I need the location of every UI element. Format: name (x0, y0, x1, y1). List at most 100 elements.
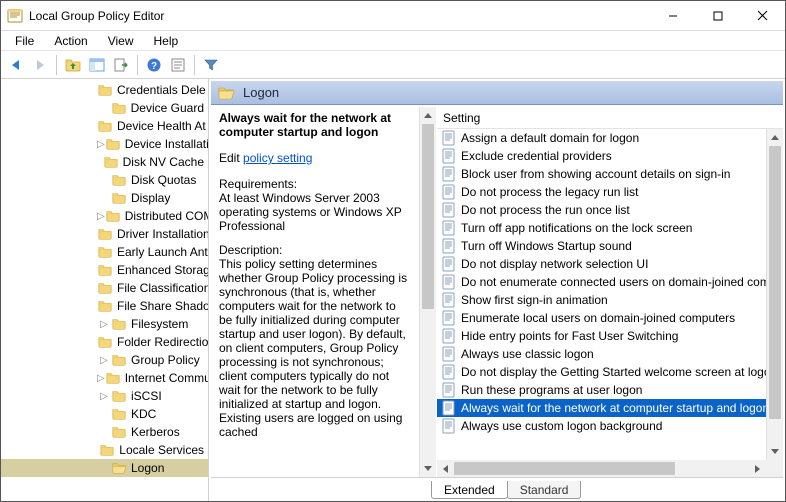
policy-icon (441, 364, 457, 380)
tree-item[interactable]: File Classification (1, 279, 208, 297)
view-tabs: Extended Standard (211, 477, 783, 499)
tree-item[interactable]: Disk Quotas (1, 171, 208, 189)
toolbar: ? (1, 51, 785, 79)
minimize-button[interactable] (650, 1, 695, 30)
filter-button[interactable] (200, 54, 222, 76)
list-vscrollbar[interactable] (766, 129, 783, 460)
tree-item-label: Internet Commun (125, 371, 208, 385)
list-item[interactable]: Turn off app notifications on the lock s… (437, 219, 766, 237)
detail-scrollbar[interactable] (419, 107, 436, 477)
tree-item-label: Group Policy (131, 353, 200, 367)
show-hide-tree-button[interactable] (86, 54, 108, 76)
list-body[interactable]: Assign a default domain for logon Exclude… (437, 129, 766, 460)
list-item[interactable]: Turn off Windows Startup sound (437, 237, 766, 255)
back-button[interactable] (5, 54, 27, 76)
list-header[interactable]: Setting (437, 107, 783, 129)
list-item[interactable]: Enumerate local users on domain-joined c… (437, 309, 766, 327)
column-setting[interactable]: Setting (443, 111, 480, 125)
help-button[interactable]: ? (143, 54, 165, 76)
tree-item[interactable]: ▷iSCSI (1, 387, 208, 405)
tree-item[interactable]: ▷Filesystem (1, 315, 208, 333)
tree-item[interactable]: Driver Installation (1, 225, 208, 243)
list-item[interactable]: Do not enumerate connected users on doma… (437, 273, 766, 291)
tree-item-label: Enhanced Storag (117, 263, 208, 277)
tree-item[interactable]: Early Launch Ant (1, 243, 208, 261)
list-hscrollbar[interactable] (437, 460, 766, 477)
expand-icon[interactable]: ▷ (97, 373, 105, 384)
folder-icon (97, 245, 113, 259)
list-item[interactable]: Always use classic logon (437, 345, 766, 363)
scroll-down-icon[interactable] (420, 460, 436, 477)
tree-item[interactable]: Enhanced Storag (1, 261, 208, 279)
properties-button[interactable] (167, 54, 189, 76)
tree-item[interactable]: Device Health At (1, 117, 208, 135)
app-icon (7, 8, 23, 24)
tree-item[interactable]: KDC (1, 405, 208, 423)
scroll-right-icon[interactable] (749, 460, 766, 477)
tree-item[interactable]: ▷Distributed COM (1, 207, 208, 225)
category-header: Logon (211, 81, 783, 105)
export-list-button[interactable] (110, 54, 132, 76)
folder-icon (105, 209, 121, 223)
tab-extended[interactable]: Extended (431, 481, 508, 499)
tree-item[interactable]: Display (1, 189, 208, 207)
list-item-label: Exclude credential providers (461, 149, 612, 163)
tree-pane: Credentials DeleDevice GuardDevice Healt… (1, 79, 209, 501)
tree-item[interactable]: ▷Device Installatio (1, 135, 208, 153)
forward-button[interactable] (29, 54, 51, 76)
menu-view[interactable]: View (98, 32, 144, 50)
close-button[interactable] (740, 1, 785, 30)
scroll-up-icon[interactable] (767, 129, 783, 146)
scroll-left-icon[interactable] (437, 460, 454, 477)
expand-icon[interactable]: ▷ (97, 391, 111, 402)
tree-item[interactable]: ▷ Internet Commun (1, 369, 208, 387)
expand-icon[interactable]: ▷ (97, 355, 111, 366)
tree-item[interactable]: Folder Redirectio (1, 333, 208, 351)
menu-help[interactable]: Help (144, 32, 189, 50)
list-item[interactable]: Do not display network selection UI (437, 255, 766, 273)
scroll-down-icon[interactable] (767, 443, 783, 460)
expand-icon[interactable]: ▷ (97, 211, 105, 222)
edit-policy-link[interactable]: policy setting (243, 151, 312, 165)
list-item-label: Run these programs at user logon (461, 383, 642, 397)
tree-item[interactable]: Credentials Dele (1, 81, 208, 99)
list-item[interactable]: Do not process the legacy run list (437, 183, 766, 201)
folder-icon (111, 317, 127, 331)
expand-icon[interactable]: ▷ (97, 139, 105, 150)
list-item-label: Block user from showing account details … (461, 167, 730, 181)
menu-action[interactable]: Action (44, 32, 97, 50)
policy-icon (441, 220, 457, 236)
list-item-label: Always wait for the network at computer … (461, 401, 766, 415)
body: Credentials DeleDevice GuardDevice Healt… (1, 79, 785, 501)
scroll-up-icon[interactable] (420, 107, 436, 124)
tree-item[interactable]: Device Guard (1, 99, 208, 117)
list-item[interactable]: Hide entry points for Fast User Switchin… (437, 327, 766, 345)
tree-item-label: Display (131, 191, 170, 205)
tree-item-label: Logon (131, 461, 164, 475)
tree-item[interactable]: ▷ Group Policy (1, 351, 208, 369)
list-item[interactable]: Exclude credential providers (437, 147, 766, 165)
up-button[interactable] (62, 54, 84, 76)
tree-item[interactable]: Logon (1, 459, 208, 477)
tree-item[interactable]: Kerberos (1, 423, 208, 441)
policy-icon (441, 346, 457, 362)
maximize-button[interactable] (695, 1, 740, 30)
policy-icon (441, 400, 457, 416)
list-item[interactable]: Show first sign-in animation (437, 291, 766, 309)
tree-scroll[interactable]: Credentials DeleDevice GuardDevice Healt… (1, 79, 208, 501)
list-item[interactable]: Assign a default domain for logon (437, 129, 766, 147)
list-item[interactable]: Always wait for the network at computer … (437, 399, 766, 417)
tree-item[interactable]: Locale Services (1, 441, 208, 459)
list-item[interactable]: Do not display the Getting Started welco… (437, 363, 766, 381)
list-item[interactable]: Block user from showing account details … (437, 165, 766, 183)
list-item[interactable]: Run these programs at user logon (437, 381, 766, 399)
expand-icon[interactable]: ▷ (97, 319, 111, 330)
tab-standard[interactable]: Standard (507, 481, 582, 499)
tree-item[interactable]: Disk NV Cache (1, 153, 208, 171)
list-item-label: Do not display network selection UI (461, 257, 648, 271)
list-item[interactable]: Do not process the run once list (437, 201, 766, 219)
tree-item-label: File Share Shado (117, 299, 208, 313)
menu-file[interactable]: File (5, 32, 44, 50)
tree-item[interactable]: File Share Shado (1, 297, 208, 315)
list-item[interactable]: Always use custom logon background (437, 417, 766, 435)
